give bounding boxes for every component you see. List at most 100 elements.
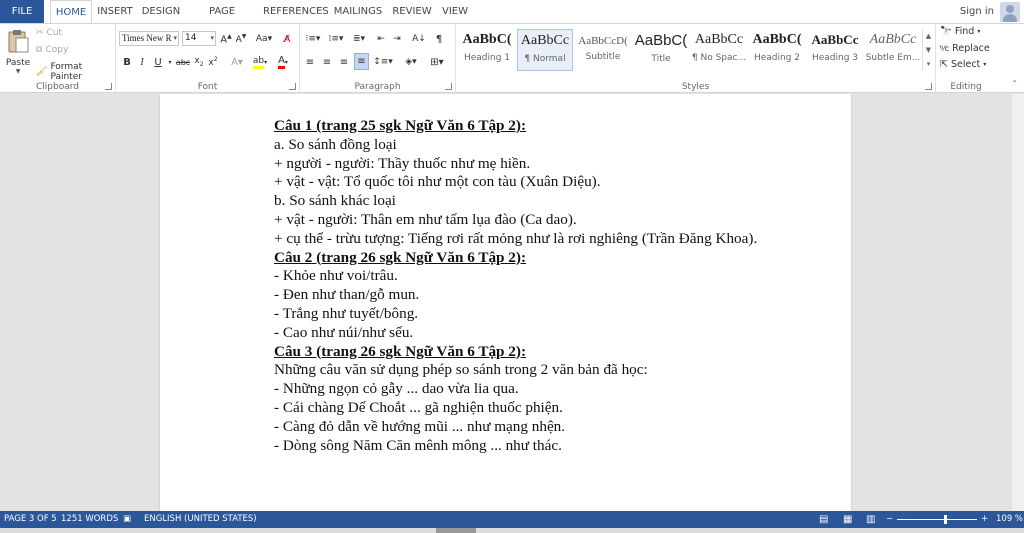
strikethrough-button[interactable]: abc: [175, 54, 191, 70]
bold-button[interactable]: B: [121, 54, 133, 70]
line-spacing-button[interactable]: ↕≡▾: [373, 54, 393, 70]
underline-dropdown-icon[interactable]: ▾: [166, 54, 174, 70]
highlight-button[interactable]: ab ▾: [249, 54, 271, 70]
zoom-in-icon[interactable]: +: [981, 511, 988, 528]
font-size-select[interactable]: 14 ▾: [182, 31, 216, 46]
body-line[interactable]: + vật - vật: Tổ quốc tôi như một con tàu…: [274, 173, 834, 192]
gallery-more-icon[interactable]: ▾: [923, 57, 934, 71]
body-line[interactable]: + người - người: Thầy thuốc như mẹ hiền.: [274, 155, 834, 174]
style-heading-1[interactable]: AaBbC( Heading 1: [459, 29, 515, 71]
format-painter-button[interactable]: 🖌 Format Painter: [36, 62, 115, 82]
question-heading[interactable]: Câu 2 (trang 26 sgk Ngữ Văn 6 Tập 2):: [274, 249, 834, 268]
zoom-level[interactable]: 109 %: [996, 511, 1023, 528]
horizontal-scrollbar-thumb[interactable]: [436, 528, 476, 533]
text-effects-button[interactable]: A▾: [228, 54, 246, 70]
body-line[interactable]: - Càng đỏ dẫn về hướng mũi ... như mạng …: [274, 418, 834, 437]
style-no-spacing[interactable]: AaBbCc ¶ No Spac...: [691, 29, 747, 71]
style-heading-3[interactable]: AaBbCc Heading 3: [807, 29, 863, 71]
style-subtitle[interactable]: AaBbCcD( Subtitle: [575, 29, 631, 71]
tab-file[interactable]: FILE: [0, 0, 44, 23]
document-page[interactable]: Câu 1 (trang 25 sgk Ngữ Văn 6 Tập 2): a. …: [160, 94, 851, 511]
shading-button[interactable]: ◈▾: [400, 54, 422, 70]
increase-indent-button[interactable]: ⇥: [390, 31, 404, 47]
align-right-button[interactable]: ≡: [337, 54, 351, 70]
body-line[interactable]: - Dòng sông Năm Căn mênh mông ... như th…: [274, 437, 834, 456]
body-line[interactable]: a. So sánh đồng loại: [274, 136, 834, 155]
show-formatting-button[interactable]: ¶: [432, 31, 446, 47]
scroll-down-icon[interactable]: ▼: [923, 43, 934, 57]
clear-formatting-button[interactable]: A̸: [280, 31, 294, 47]
clipboard-dialog-launcher-icon[interactable]: [105, 83, 112, 90]
cut-button[interactable]: ✂ Cut: [36, 28, 62, 38]
tab-design[interactable]: DESIGN: [140, 0, 182, 23]
font-dialog-launcher-icon[interactable]: [289, 83, 296, 90]
font-name-select[interactable]: Times New R ▾: [119, 31, 179, 46]
body-line[interactable]: - Cao như núi/như sếu.: [274, 324, 834, 343]
font-color-button[interactable]: A ▾: [273, 54, 293, 70]
body-line[interactable]: - Khỏe như voi/trâu.: [274, 267, 834, 286]
style-heading-2[interactable]: AaBbC( Heading 2: [749, 29, 805, 71]
change-case-button[interactable]: Aa▾: [254, 31, 274, 47]
zoom-out-icon[interactable]: −: [886, 511, 893, 528]
styles-gallery-scroll[interactable]: ▲ ▼ ▾: [922, 29, 934, 71]
body-line[interactable]: + vật - người: Thân em như tấm lụa đào (…: [274, 211, 834, 230]
replace-button[interactable]: ᵇ⁄c Replace: [940, 43, 990, 54]
body-line[interactable]: Những câu văn sử dụng phép so sánh trong…: [274, 361, 834, 380]
bullets-button[interactable]: ⁝≡▾: [303, 31, 323, 47]
tab-page-layout[interactable]: PAGE LAYOUT: [188, 0, 256, 40]
read-mode-icon[interactable]: ▤: [819, 511, 828, 528]
paragraph-dialog-launcher-icon[interactable]: [445, 83, 452, 90]
paste-button[interactable]: Paste ▼: [4, 27, 32, 75]
sign-in-link[interactable]: Sign in: [960, 6, 994, 17]
page-count[interactable]: PAGE 3 OF 5: [4, 511, 57, 528]
select-button[interactable]: ⇱ Select ▾: [940, 59, 986, 70]
account-area[interactable]: Sign in: [960, 0, 1020, 23]
numbering-button[interactable]: ⁞≡▾: [326, 31, 346, 47]
body-line[interactable]: - Những ngọn cỏ gẫy ... dao vừa lia qua.: [274, 380, 834, 399]
copy-button[interactable]: ⧉ Copy: [36, 45, 68, 55]
justify-button[interactable]: ≡: [354, 53, 369, 70]
underline-button[interactable]: U: [151, 54, 165, 70]
body-line[interactable]: - Cái chàng Dế Choắt ... gã nghiện thuốc…: [274, 399, 834, 418]
tab-insert[interactable]: INSERT: [95, 0, 135, 23]
proofing-icon[interactable]: ▣: [123, 511, 131, 528]
tab-review[interactable]: REVIEW: [391, 0, 433, 23]
body-line[interactable]: - Đen như than/gỗ mun.: [274, 286, 834, 305]
italic-button[interactable]: I: [136, 54, 148, 70]
zoom-slider-thumb[interactable]: [944, 515, 947, 524]
tab-home[interactable]: HOME: [50, 0, 92, 24]
document-body[interactable]: Câu 1 (trang 25 sgk Ngữ Văn 6 Tập 2): a. …: [274, 117, 834, 455]
style-subtle-emphasis[interactable]: AaBbCc Subtle Em...: [865, 29, 921, 71]
word-count[interactable]: 1251 WORDS: [61, 511, 118, 528]
avatar-icon[interactable]: [1000, 1, 1020, 22]
language-indicator[interactable]: ENGLISH (UNITED STATES): [144, 511, 257, 528]
find-button[interactable]: 🔭 Find ▾: [940, 26, 980, 37]
tab-references[interactable]: REFERENCES: [263, 0, 329, 23]
multilevel-list-button[interactable]: ≣▾: [349, 31, 369, 47]
tab-mailings[interactable]: MAILINGS: [333, 0, 383, 23]
question-heading[interactable]: Câu 3 (trang 26 sgk Ngữ Văn 6 Tập 2):: [274, 343, 834, 362]
subscript-button[interactable]: x2: [193, 54, 205, 70]
style-normal[interactable]: AaBbCc ¶ Normal: [517, 29, 573, 71]
scroll-up-icon[interactable]: ▲: [923, 29, 934, 43]
align-center-button[interactable]: ≡: [320, 54, 334, 70]
body-line[interactable]: + cụ thể - trừu tượng: Tiếng rơi rất mỏn…: [274, 230, 834, 249]
vertical-scrollbar[interactable]: [1012, 94, 1024, 511]
style-title[interactable]: AaBbC( Title: [633, 29, 689, 71]
paste-dropdown-icon[interactable]: ▼: [4, 68, 32, 75]
superscript-button[interactable]: x2: [207, 54, 219, 70]
shrink-font-button[interactable]: A▼: [234, 31, 248, 47]
collapse-ribbon-icon[interactable]: ⌃: [1011, 79, 1018, 88]
question-heading[interactable]: Câu 1 (trang 25 sgk Ngữ Văn 6 Tập 2):: [274, 117, 834, 136]
zoom-slider[interactable]: [897, 515, 977, 524]
web-layout-icon[interactable]: ▥: [866, 511, 875, 528]
align-left-button[interactable]: ≡: [303, 54, 317, 70]
decrease-indent-button[interactable]: ⇤: [374, 31, 388, 47]
styles-dialog-launcher-icon[interactable]: [925, 83, 932, 90]
tab-view[interactable]: VIEW: [440, 0, 470, 23]
grow-font-button[interactable]: A▲: [219, 31, 233, 47]
sort-button[interactable]: A↓: [412, 31, 426, 47]
body-line[interactable]: - Trắng như tuyết/bông.: [274, 305, 834, 324]
print-layout-icon[interactable]: ▦: [843, 511, 852, 528]
borders-button[interactable]: ⊞▾: [426, 54, 448, 70]
